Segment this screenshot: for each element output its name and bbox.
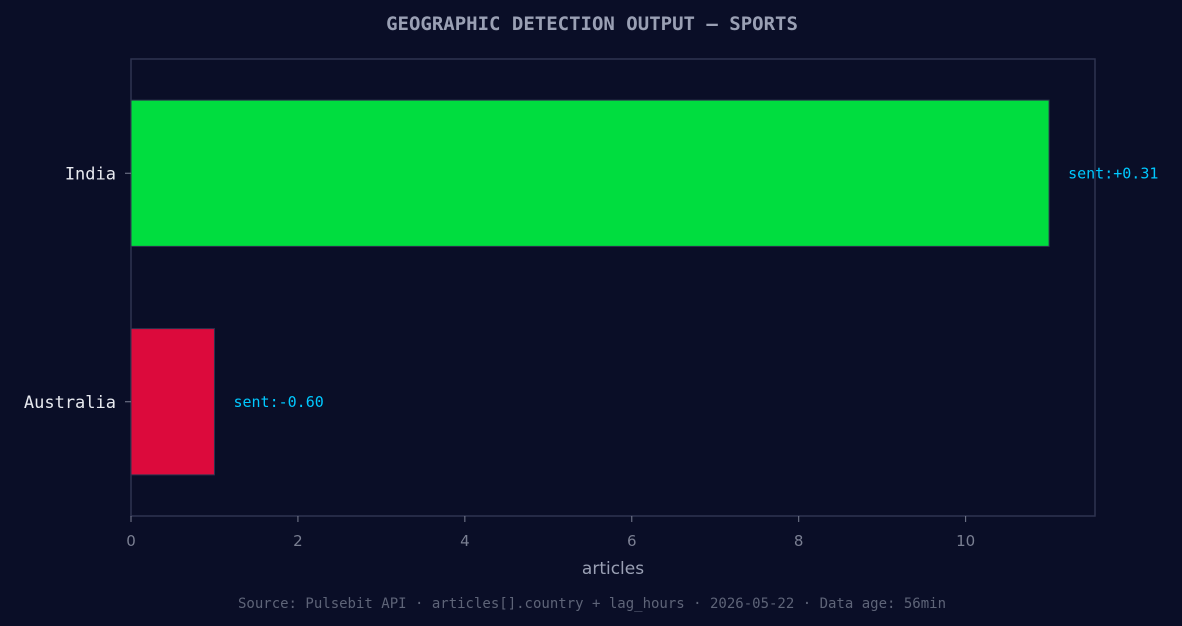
- x-tick-label-0: 0: [126, 532, 136, 550]
- y-tick-label-india: India: [65, 164, 116, 184]
- x-tick-label-8: 8: [794, 532, 804, 550]
- y-tick-label-australia: Australia: [24, 393, 116, 413]
- x-tick-label-6: 6: [627, 532, 637, 550]
- bar-annotation-india: sent:+0.31: [1068, 164, 1158, 182]
- bar-annotation-australia: sent:-0.60: [233, 393, 323, 411]
- x-tick-label-2: 2: [293, 532, 303, 550]
- x-axis: 0 2 4 6 8 10: [126, 516, 975, 550]
- chart: GEOGRAPHIC DETECTION OUTPUT — SPORTS Ind…: [24, 13, 1159, 612]
- chart-title: GEOGRAPHIC DETECTION OUTPUT — SPORTS: [386, 13, 798, 35]
- bar-australia: [130, 328, 215, 476]
- bars-group: India sent:+0.31 Australia sent:-0.60: [24, 99, 1158, 476]
- bar-india: [130, 99, 1050, 247]
- x-tick-label-10: 10: [956, 532, 975, 550]
- x-tick-label-4: 4: [460, 532, 470, 550]
- x-axis-label: articles: [582, 559, 644, 579]
- source-footnote: Source: Pulsebit API · articles[].countr…: [238, 596, 946, 612]
